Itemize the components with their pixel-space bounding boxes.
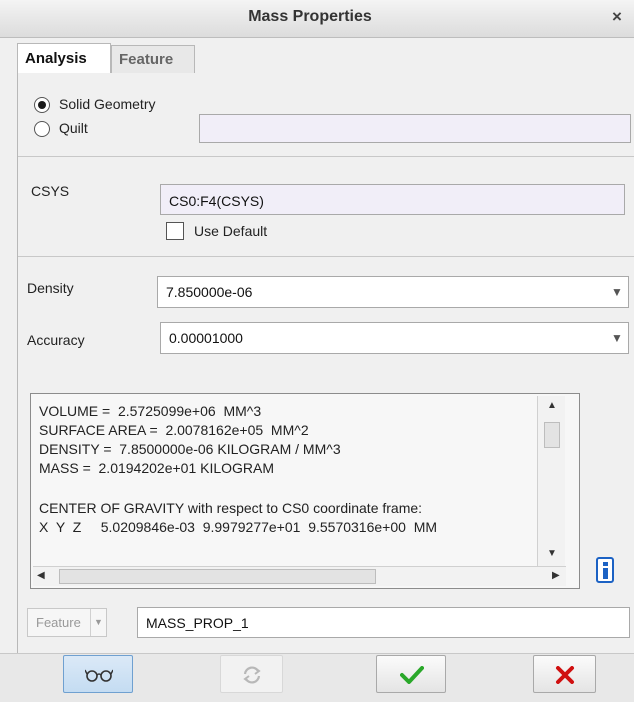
scroll-down-icon[interactable]: ▼	[547, 548, 557, 559]
csys-field[interactable]: CS0:F4(CSYS)	[160, 184, 625, 215]
density-combo[interactable]: 7.850000e-06	[157, 276, 629, 308]
use-default-label: Use Default	[194, 223, 268, 239]
glasses-icon	[85, 669, 113, 682]
info-icon-stem	[603, 568, 608, 579]
scroll-right-icon[interactable]: ▶	[552, 570, 560, 581]
density-label: Density	[27, 280, 74, 296]
feature-name-field[interactable]: MASS_PROP_1	[137, 607, 630, 638]
density-value: 7.850000e-06	[166, 284, 253, 300]
csys-label: CSYS	[31, 183, 70, 199]
horizontal-scrollbar[interactable]: ◀ ▶	[33, 566, 566, 586]
dropdown-divider	[90, 609, 91, 636]
horizontal-scroll-thumb[interactable]	[59, 569, 376, 584]
result-line: MASS = 2.0194202e+01 KILOGRAM	[39, 460, 275, 476]
quilt-label: Quilt	[59, 120, 88, 136]
repaint-icon	[243, 666, 261, 684]
results-text-area[interactable]: VOLUME = 2.5725099e+06 MM^3 SURFACE AREA…	[30, 393, 580, 589]
result-line: CENTER OF GRAVITY with respect to CS0 co…	[39, 500, 423, 516]
vertical-scroll-thumb[interactable]	[544, 422, 560, 448]
quilt-selector[interactable]	[199, 114, 631, 143]
ok-button[interactable]	[376, 655, 446, 693]
accuracy-value: 0.00001000	[169, 330, 243, 346]
divider	[18, 156, 634, 157]
window-title: Mass Properties	[248, 8, 372, 25]
solid-geometry-label: Solid Geometry	[59, 96, 156, 112]
checkmark-icon	[400, 666, 424, 684]
feature-dropdown-label: Feature	[36, 615, 81, 630]
chevron-down-icon[interactable]: ▼	[606, 331, 628, 345]
feature-name-value: MASS_PROP_1	[146, 615, 249, 631]
scroll-left-icon[interactable]: ◀	[37, 570, 45, 581]
tab-feature[interactable]: Feature	[111, 45, 195, 73]
result-line: X Y Z 5.0209846e-03 9.9979277e+01 9.5570…	[39, 519, 438, 535]
cancel-icon	[556, 666, 574, 684]
cancel-button[interactable]	[533, 655, 596, 693]
chevron-down-icon[interactable]: ▼	[606, 285, 628, 299]
info-icon-dot	[603, 562, 608, 566]
radio-selected-dot	[38, 101, 46, 109]
radio-solid-geometry[interactable]	[34, 97, 50, 113]
radio-quilt[interactable]	[34, 121, 50, 137]
accuracy-combo[interactable]: 0.00001000	[160, 322, 629, 354]
divider	[18, 256, 634, 257]
use-default-checkbox[interactable]	[166, 222, 184, 240]
scroll-up-icon[interactable]: ▲	[547, 400, 557, 411]
chevron-down-icon[interactable]: ▼	[94, 617, 103, 627]
accuracy-label: Accuracy	[27, 332, 85, 348]
tab-analysis[interactable]: Analysis	[17, 43, 111, 73]
vertical-scrollbar[interactable]: ▲ ▼	[537, 396, 565, 566]
result-line: DENSITY = 7.8500000e-06 KILOGRAM / MM^3	[39, 441, 341, 457]
result-line: SURFACE AREA = 2.0078162e+05 MM^2	[39, 422, 309, 438]
panel-border	[17, 72, 18, 680]
repaint-button[interactable]	[220, 655, 283, 693]
result-line: VOLUME = 2.5725099e+06 MM^3	[39, 403, 262, 419]
info-icon[interactable]	[596, 557, 614, 583]
close-icon[interactable]: ×	[612, 7, 622, 27]
feature-dropdown[interactable]: Feature ▼	[27, 608, 107, 637]
preview-button[interactable]	[63, 655, 133, 693]
